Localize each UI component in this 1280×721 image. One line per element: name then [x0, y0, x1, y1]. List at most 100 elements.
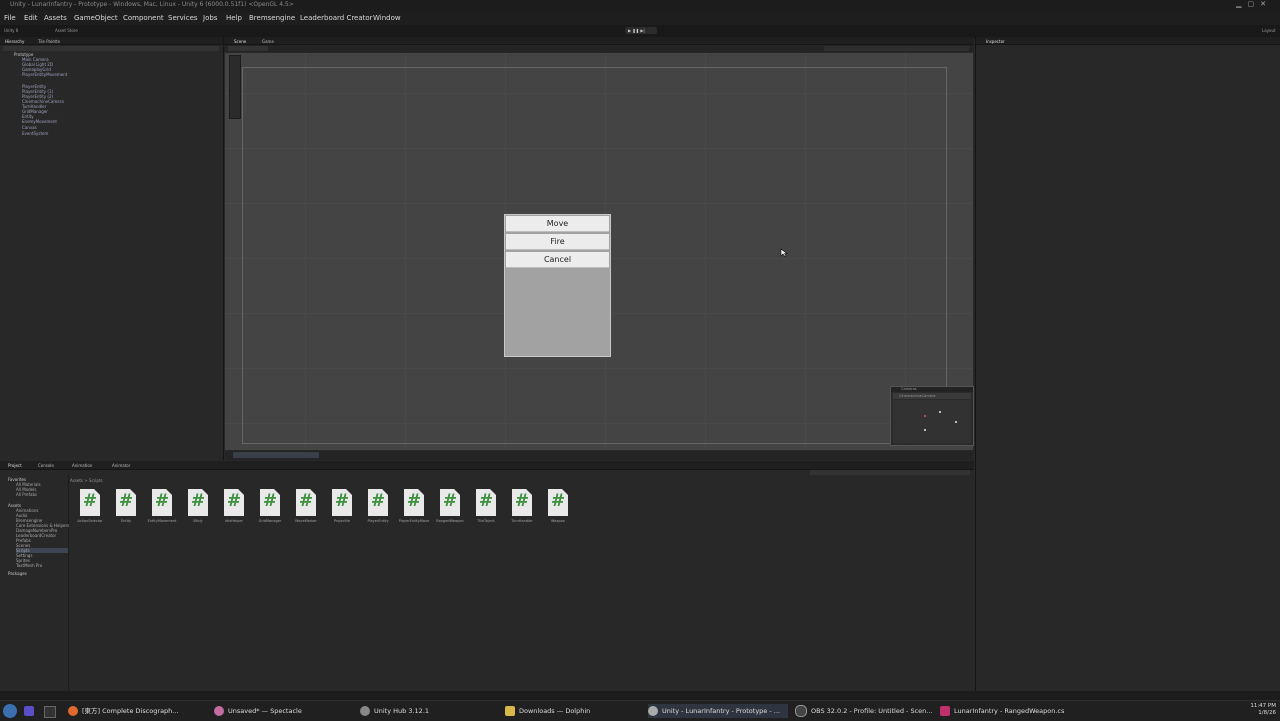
script-asset[interactable]: # Projectile: [328, 489, 356, 527]
csharp-script-icon: #: [80, 489, 100, 516]
asset-store-button[interactable]: Asset Store: [55, 28, 78, 33]
unity-hub-icon: [360, 706, 370, 716]
project-tabstrip: Project Console Animation Animator: [0, 461, 974, 470]
script-asset[interactable]: # MoveMarker: [292, 489, 320, 527]
script-asset[interactable]: # GridManager: [256, 489, 284, 527]
project-divider: [68, 475, 69, 691]
hierarchy-item[interactable]: EnemyMovement: [22, 119, 57, 124]
task-dolphin[interactable]: Downloads — Dolphin: [505, 704, 640, 718]
script-asset[interactable]: # IMoly: [184, 489, 212, 527]
project-search-input[interactable]: [810, 470, 970, 475]
task-discograph[interactable]: [東方] Complete Discograph...: [68, 704, 208, 718]
hierarchy-tabstrip: Hierarchy Tile Palette: [0, 37, 223, 45]
fire-button[interactable]: Fire: [506, 234, 609, 250]
system-clock[interactable]: 11:47 PM 1/8/26: [1230, 703, 1276, 719]
csharp-script-icon: #: [368, 489, 388, 516]
script-asset[interactable]: # ActionSelector: [76, 489, 104, 527]
script-asset[interactable]: # PlayerEntity: [364, 489, 392, 527]
script-asset[interactable]: # TileObject: [472, 489, 500, 527]
account-button[interactable]: Unity 6: [4, 28, 18, 33]
csharp-script-icon: #: [548, 489, 568, 516]
menu-gameobject[interactable]: GameObject: [74, 14, 118, 22]
obs-icon: [795, 705, 807, 717]
scene-bottom-toolbar: [225, 451, 973, 460]
hierarchy-search[interactable]: [3, 46, 219, 51]
task-spectacle[interactable]: Unsaved* — Spectacle: [214, 704, 354, 718]
camera-select-dropdown[interactable]: CinemachineCamera: [893, 393, 971, 399]
script-asset[interactable]: # TurnHandler: [508, 489, 536, 527]
rider-icon: [940, 706, 950, 716]
csharp-script-icon: #: [512, 489, 532, 516]
menu-bar: File Edit Assets GameObject Component Se…: [0, 11, 1280, 26]
os-taskbar: [東方] Complete Discograph... Unsaved* — S…: [0, 700, 1280, 721]
task-rider[interactable]: LunarInfantry - RangedWeapon.cs: [940, 704, 1080, 718]
menu-jobs[interactable]: Jobs: [203, 14, 217, 22]
task-unity-editor[interactable]: Unity - LunarInfantry - Prototype - ...: [648, 704, 788, 718]
inspector-panel: Inspector: [975, 37, 1280, 691]
project-breadcrumb[interactable]: Assets > Scripts: [70, 478, 103, 483]
task-obs[interactable]: OBS 32.0.2 - Profile: Untitled - Scen...: [795, 704, 935, 718]
move-cursor-icon: [780, 248, 788, 257]
menu-file[interactable]: File: [4, 14, 16, 22]
tab-hierarchy[interactable]: Hierarchy: [5, 39, 24, 44]
menu-bremsengine[interactable]: Bremsengine: [249, 14, 295, 22]
clock-time: 11:47 PM: [1250, 703, 1276, 709]
menu-help[interactable]: Help: [226, 14, 242, 22]
menu-services[interactable]: Services: [168, 14, 198, 22]
layout-dropdown[interactable]: Layout: [1262, 28, 1276, 33]
hierarchy-item[interactable]: PlayerEntityMovement: [22, 72, 67, 77]
menu-window[interactable]: Window: [373, 14, 401, 22]
script-asset[interactable]: # EntityMovement: [148, 489, 176, 527]
clock-date: 1/8/26: [1258, 710, 1276, 716]
tab-scene[interactable]: Scene: [234, 39, 246, 44]
launcher-icon[interactable]: [24, 706, 34, 716]
scene-tabstrip: Scene Game: [224, 37, 974, 45]
script-asset[interactable]: # IdleHelper: [220, 489, 248, 527]
menu-component[interactable]: Component: [123, 14, 164, 22]
camera-preview-overlay[interactable]: Cameras CinemachineCamera: [890, 386, 974, 446]
cancel-button[interactable]: Cancel: [506, 252, 609, 268]
menu-leaderboard-creator[interactable]: Leaderboard Creator: [300, 14, 373, 22]
scene-overlay-toggles[interactable]: [824, 46, 969, 51]
scene-tool-dropdowns[interactable]: [228, 46, 268, 51]
window-controls[interactable]: ▁▢✕: [1236, 0, 1272, 8]
menu-edit[interactable]: Edit: [24, 14, 38, 22]
csharp-script-icon: #: [476, 489, 496, 516]
script-asset[interactable]: # PlayerEntityMove: [399, 489, 429, 527]
play-icon[interactable]: ▶ ❚❚ ▶|: [628, 28, 645, 33]
csharp-script-icon: #: [440, 489, 460, 516]
tilemap-tools[interactable]: [233, 452, 319, 458]
hierarchy-panel: Hierarchy Tile Palette Prototype Main Ca…: [0, 37, 224, 460]
inspector-tabstrip: Inspector: [976, 37, 1280, 45]
packages-root[interactable]: Packages: [8, 571, 27, 576]
folder-item[interactable]: TextMesh Pro: [16, 563, 42, 568]
script-asset[interactable]: # RangedWeapon: [436, 489, 464, 527]
tab-project[interactable]: Project: [8, 463, 22, 468]
script-asset[interactable]: # Weapon: [544, 489, 572, 527]
title-bar: Unity - LunarInfantry - Prototype - Wind…: [0, 0, 1280, 11]
favorite-item[interactable]: All Prefabs: [16, 492, 37, 497]
hierarchy-item[interactable]: Canvas: [22, 125, 37, 130]
scene-tool-palette[interactable]: [229, 55, 241, 119]
move-button[interactable]: Move: [506, 216, 609, 232]
tab-console[interactable]: Console: [38, 463, 54, 468]
play-controls[interactable]: ▶ ❚❚ ▶|: [625, 27, 657, 34]
csharp-script-icon: #: [116, 489, 136, 516]
scene-toolbar: [224, 45, 974, 52]
hierarchy-item[interactable]: EventSystem: [22, 131, 48, 136]
script-asset[interactable]: # Entity: [112, 489, 140, 527]
tab-inspector[interactable]: Inspector: [986, 39, 1005, 44]
tab-tile-palette[interactable]: Tile Palette: [38, 39, 60, 44]
task-unity-hub[interactable]: Unity Hub 3.12.1: [360, 704, 500, 718]
menu-assets[interactable]: Assets: [44, 14, 67, 22]
camera-preview-view: [893, 400, 971, 443]
tab-game[interactable]: Game: [262, 39, 274, 44]
tab-animation[interactable]: Animation: [72, 463, 92, 468]
camera-select-label: CinemachineCamera: [899, 394, 936, 398]
spectacle-icon: [214, 706, 224, 716]
start-menu-icon[interactable]: [3, 704, 17, 718]
camera-preview-title: Cameras: [901, 387, 917, 391]
tab-animator[interactable]: Animator: [112, 463, 130, 468]
csharp-script-icon: #: [260, 489, 280, 516]
terminal-icon[interactable]: [44, 706, 56, 718]
